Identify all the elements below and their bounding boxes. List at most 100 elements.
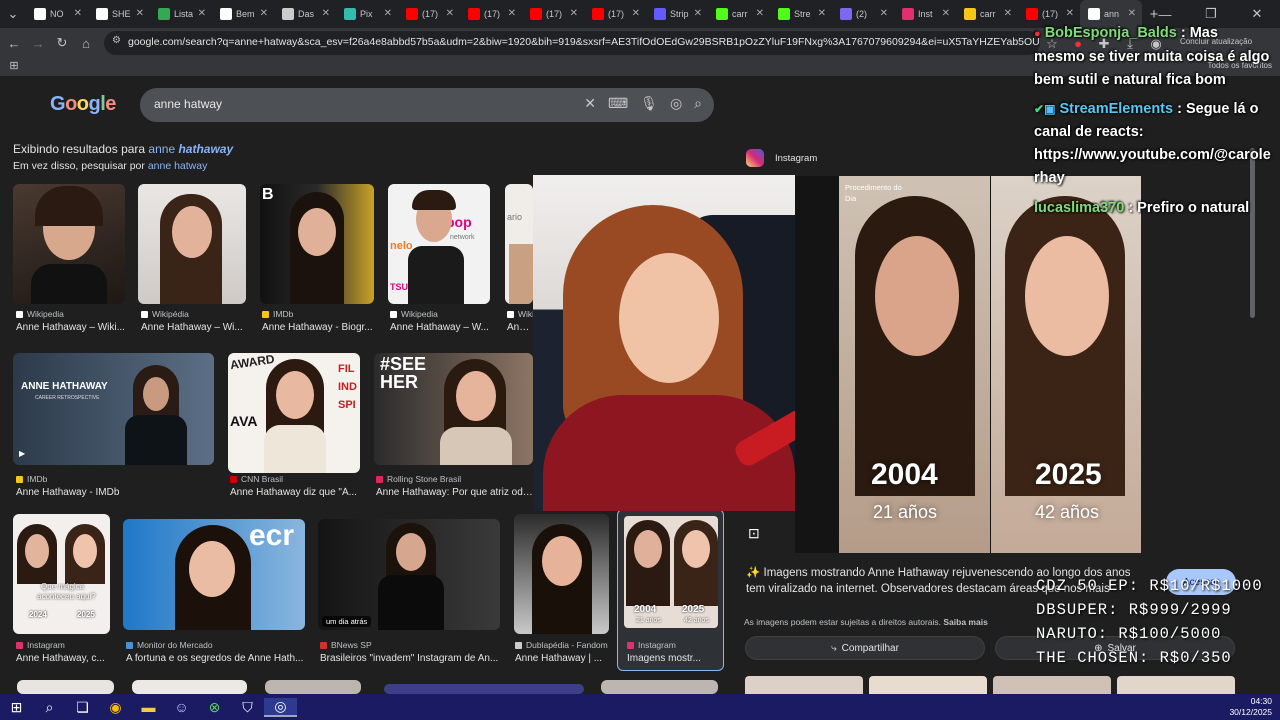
browser-tab[interactable]: NO ✕ — [26, 0, 88, 28]
result-source[interactable]: CNN Brasil — [230, 474, 283, 484]
browser-tab[interactable]: Bem ✕ — [212, 0, 274, 28]
result-caption[interactable]: Imagens mostr... — [627, 653, 701, 664]
result-caption[interactable]: A fortuna e os segredos de Anne Hath... — [126, 653, 303, 664]
browser-tab[interactable]: carr ✕ — [956, 0, 1018, 28]
preview-image[interactable]: Procedimento do Dia 2004 21 años 2025 42… — [795, 176, 1141, 553]
forward-icon[interactable]: → — [26, 36, 50, 51]
tab-close-icon[interactable]: ✕ — [74, 8, 82, 19]
browser-tab[interactable]: SHE ✕ — [88, 0, 150, 28]
image-result-3[interactable]: B — [260, 184, 374, 304]
result-caption[interactable]: Anne Hathaway | ... — [515, 653, 602, 664]
share-button[interactable]: ⤷ Compartilhar — [745, 636, 985, 660]
tab-close-icon[interactable]: ✕ — [632, 8, 640, 19]
tab-close-icon[interactable]: ✕ — [1004, 8, 1012, 19]
result-source[interactable]: Monitor do Mercado — [126, 640, 213, 650]
result-caption[interactable]: Anne H — [507, 322, 533, 333]
result-source[interactable]: Instagram — [627, 640, 676, 650]
tab-close-icon[interactable]: ✕ — [694, 8, 702, 19]
tab-close-icon[interactable]: ✕ — [756, 8, 764, 19]
result-source[interactable]: Wikipedia — [390, 309, 438, 319]
browser-tab[interactable]: Inst ✕ — [894, 0, 956, 28]
tab-close-icon[interactable]: ✕ — [1066, 8, 1074, 19]
tab-close-icon[interactable]: ✕ — [880, 8, 888, 19]
lens-search-icon[interactable]: ⊡ — [748, 525, 760, 542]
lens-icon[interactable]: ◎ — [670, 95, 682, 112]
image-result-5[interactable]: ario — [505, 184, 533, 304]
browser-tab[interactable]: Strip ✕ — [646, 0, 708, 28]
preview-source[interactable]: Instagram — [775, 153, 817, 164]
chrome-icon[interactable]: ◉ — [99, 699, 132, 716]
result-source[interactable]: Wiki — [507, 309, 534, 319]
tab-close-icon[interactable]: ✕ — [818, 8, 826, 19]
image-result-6[interactable]: ANNE HATHAWAY CAREER RETROSPECTIVE ▶ — [13, 353, 214, 465]
result-caption[interactable]: Brasileiros "invadem" Instagram de An... — [320, 653, 498, 664]
clear-icon[interactable]: ✕ — [584, 95, 596, 112]
image-result-18[interactable] — [601, 680, 718, 694]
image-result-9[interactable]: Que mágica aconteceu aqui? 2024 2025 — [13, 514, 110, 634]
tab-close-icon[interactable]: ✕ — [260, 8, 268, 19]
result-caption[interactable]: Anne Hathaway - IMDb — [16, 487, 119, 498]
security-icon[interactable]: ⛉ — [231, 699, 264, 716]
site-info-icon[interactable]: ⚙ — [112, 35, 121, 46]
address-bar[interactable]: ⚙ google.com/search?q=anne+hatway&sca_es… — [104, 31, 1040, 55]
result-source[interactable]: IMDb — [16, 474, 47, 484]
tab-close-icon[interactable]: ✕ — [384, 8, 392, 19]
browser-tab[interactable]: carr ✕ — [708, 0, 770, 28]
tab-close-icon[interactable]: ✕ — [508, 8, 516, 19]
browser-tab[interactable]: (17) ✕ — [584, 0, 646, 28]
taskbar-clock[interactable]: 04:30 30/12/2025 — [1229, 696, 1272, 718]
image-result-11[interactable]: um dia atrás — [318, 519, 500, 630]
taskbar-search-icon[interactable]: ⌕ — [33, 699, 66, 716]
browser-tab[interactable]: (17) ✕ — [522, 0, 584, 28]
keyboard-icon[interactable]: ⌨ — [608, 95, 628, 112]
browser-tab[interactable]: Pix ✕ — [336, 0, 398, 28]
result-caption[interactable]: Anne Hathaway – W... — [390, 322, 489, 333]
image-result-2[interactable] — [138, 184, 246, 304]
result-source[interactable]: IMDb — [262, 309, 293, 319]
browser-tab[interactable]: Stre ✕ — [770, 0, 832, 28]
result-source[interactable]: Rolling Stone Brasil — [376, 474, 461, 484]
learn-more-link[interactable]: Saiba mais — [943, 617, 987, 627]
browser-tab[interactable]: (17) ✕ — [460, 0, 522, 28]
browser-tab[interactable]: (2) ✕ — [832, 0, 894, 28]
tab-close-icon[interactable]: ✕ — [322, 8, 330, 19]
result-caption[interactable]: Anne Hathaway – Wiki... — [16, 322, 125, 333]
result-source[interactable]: BNews SP — [320, 640, 372, 650]
search-input[interactable]: anne hatway ✕ ⌨ 🎙 ◎ ⌕ — [140, 88, 714, 122]
xbox-icon[interactable]: ⊗ — [198, 699, 231, 716]
task-view-icon[interactable]: ❏ — [66, 699, 99, 716]
result-caption[interactable]: Anne Hathaway: Por que atriz odeia — [376, 487, 533, 498]
window-close-icon[interactable]: ✕ — [1234, 6, 1280, 22]
result-caption[interactable]: Anne Hathaway - Biogr... — [262, 322, 373, 333]
tab-close-icon[interactable]: ✕ — [1128, 8, 1136, 19]
obs-icon[interactable]: ◎ — [264, 697, 297, 717]
related-thumb-4[interactable] — [1117, 676, 1235, 694]
file-explorer-icon[interactable]: ▬ — [132, 699, 165, 715]
original-query-link[interactable]: anne hatway — [148, 160, 208, 172]
corrected-query-link[interactable]: anne hathaway — [148, 142, 233, 156]
result-source[interactable]: Wikipédia — [141, 309, 189, 319]
windows-start-icon[interactable]: ⊞ — [0, 699, 33, 716]
tab-close-icon[interactable]: ✕ — [136, 8, 144, 19]
apps-grid-icon[interactable]: ⊞ — [2, 59, 26, 72]
tab-close-icon[interactable]: ✕ — [446, 8, 454, 19]
image-result-12[interactable] — [514, 514, 609, 634]
image-result-17[interactable] — [384, 684, 584, 694]
tab-close-icon[interactable]: ✕ — [570, 8, 578, 19]
result-source[interactable]: Dublapédia - Fandom — [515, 640, 608, 650]
related-thumb-3[interactable] — [993, 676, 1111, 694]
image-result-8[interactable]: #SEE HER — [374, 353, 533, 465]
result-source[interactable]: Instagram — [16, 640, 65, 650]
minimize-icon[interactable]: — — [1142, 7, 1188, 22]
tab-close-icon[interactable]: ✕ — [942, 8, 950, 19]
related-thumb-2[interactable] — [869, 676, 987, 694]
tab-search-icon[interactable]: ⌄ — [0, 6, 26, 22]
image-result-10[interactable]: ecr — [123, 519, 305, 630]
result-caption[interactable]: Anne Hathaway – Wi... — [141, 322, 243, 333]
result-source[interactable]: Wikipedia — [16, 309, 64, 319]
tab-close-icon[interactable]: ✕ — [198, 8, 206, 19]
result-caption[interactable]: Anne Hathaway diz que "Á... — [230, 487, 357, 498]
image-result-15[interactable] — [132, 680, 247, 694]
reload-icon[interactable]: ↻ — [50, 35, 74, 51]
image-result-1[interactable] — [13, 184, 125, 304]
